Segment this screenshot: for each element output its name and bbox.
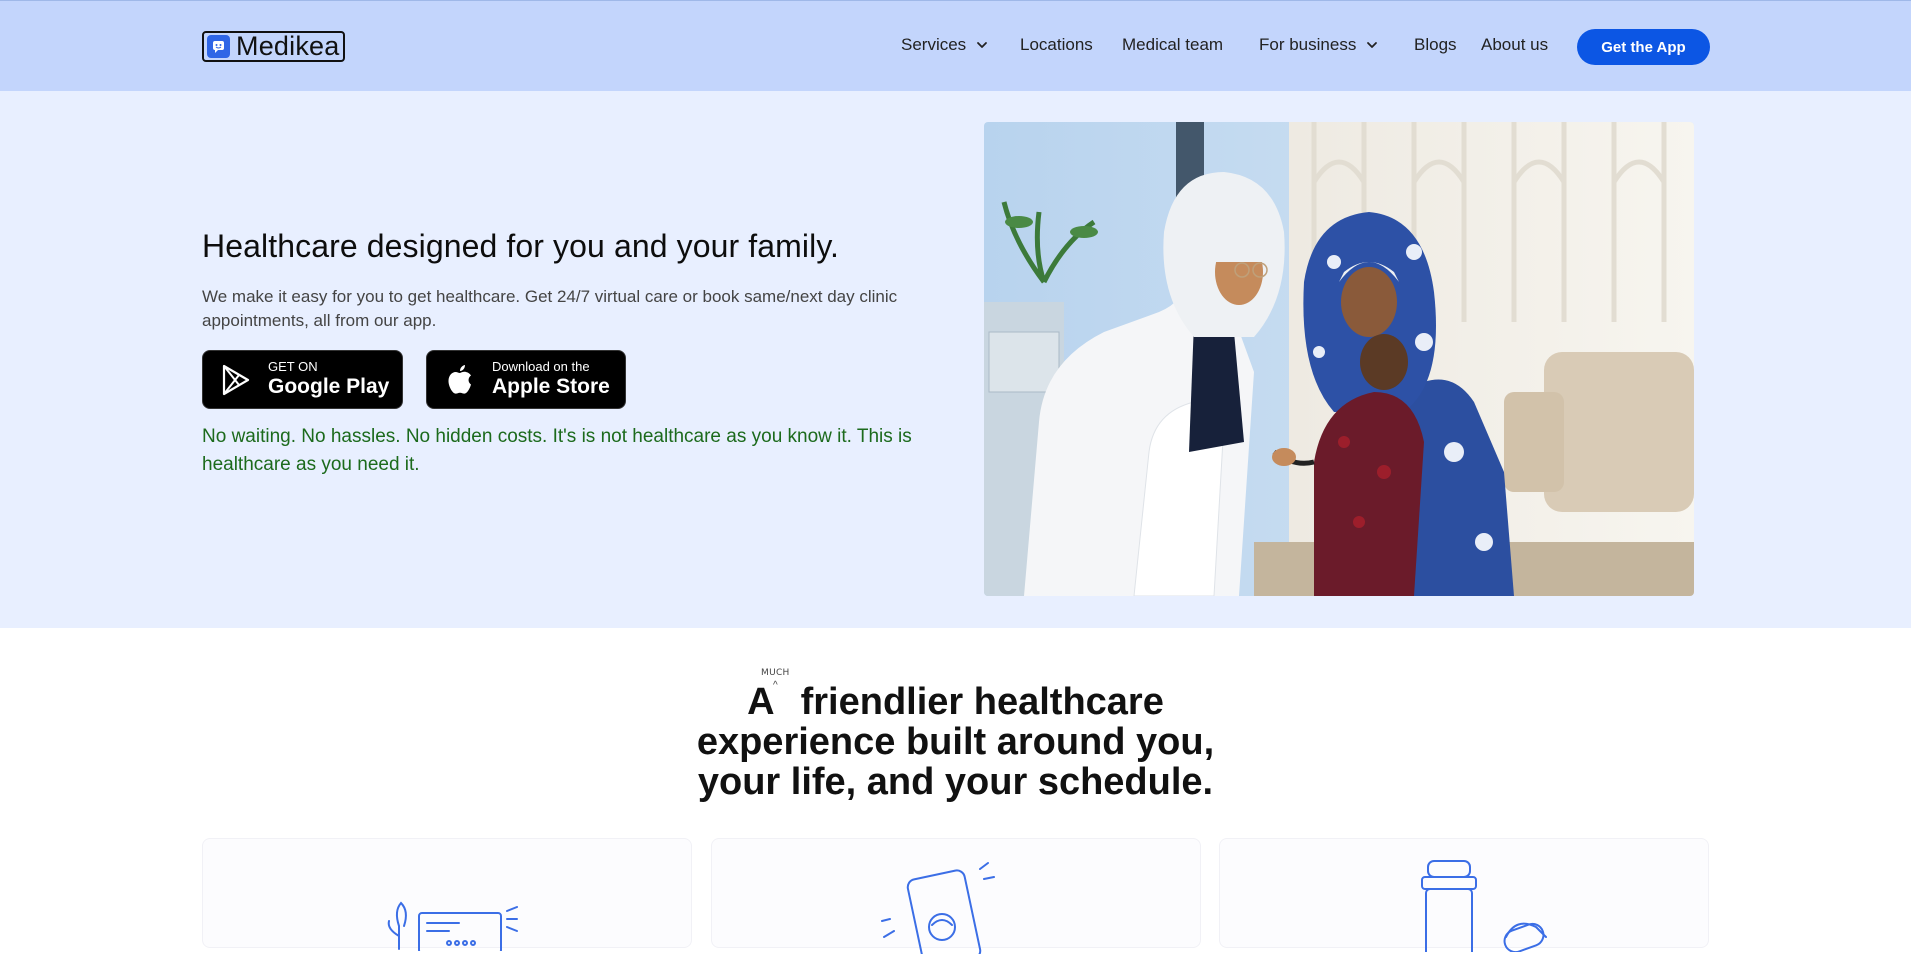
- heading-line1-rest: friendlier healthcare: [800, 681, 1164, 723]
- apple-store-small-text: Download on the: [492, 359, 590, 374]
- google-play-icon: [218, 362, 254, 398]
- heading-line3: your life, and your schedule.: [697, 761, 1214, 803]
- nav-item-label: Blogs: [1414, 35, 1457, 54]
- nav-item-label: Locations: [1020, 35, 1093, 54]
- feature-card-phone: [711, 838, 1201, 954]
- apple-store-button[interactable]: Download on the Apple Store: [426, 350, 626, 409]
- laptop-illustration-icon: [387, 901, 518, 951]
- top-navbar: Medikea Services Locations Medical team …: [0, 0, 1911, 91]
- hero-photo-doctor-with-family: [984, 122, 1694, 596]
- nav-item-label: Services: [901, 35, 967, 54]
- section-heading: Afriendlier healthcare experience built …: [0, 682, 1911, 802]
- get-the-app-button[interactable]: Get the App: [1577, 29, 1710, 65]
- nav-item-label: About us: [1481, 35, 1549, 54]
- google-play-button[interactable]: GET ON Google Play: [202, 350, 403, 409]
- hero-description: We make it easy for you to get healthcar…: [202, 287, 898, 330]
- heading-line2: experience built around you,: [696, 721, 1215, 763]
- pill-bottle-illustration-icon: [1421, 860, 1547, 952]
- much-annotation: MUCH: [761, 668, 790, 678]
- nav-item-label: For business: [1259, 35, 1357, 54]
- nav-item-locations[interactable]: Locations: [1020, 35, 1093, 55]
- feature-card-pharmacy: [1219, 838, 1709, 952]
- hero-title: Healthcare designed for you and your fam…: [202, 228, 840, 264]
- google-play-big-text: Google Play: [268, 375, 390, 398]
- nav-item-label: Medical team: [1122, 35, 1224, 54]
- nav-item-for-business[interactable]: For business: [1259, 35, 1379, 55]
- nav-item-medical-team[interactable]: Medical team: [1122, 35, 1223, 55]
- nav-item-blogs[interactable]: Blogs: [1414, 35, 1457, 55]
- google-play-small-text: GET ON: [268, 359, 318, 374]
- chevron-down-icon: [977, 42, 988, 48]
- feature-card-virtual-care: [202, 838, 692, 951]
- nav-item-about-us[interactable]: About us: [1481, 35, 1548, 55]
- hero-tagline: No waiting. No hassles. No hidden costs.…: [202, 426, 912, 475]
- apple-icon: [442, 362, 478, 398]
- heading-word-a: A: [747, 681, 775, 723]
- apple-store-big-text: Apple Store: [492, 375, 610, 398]
- chevron-down-icon: [1367, 42, 1378, 48]
- nav-item-services[interactable]: Services: [901, 35, 989, 55]
